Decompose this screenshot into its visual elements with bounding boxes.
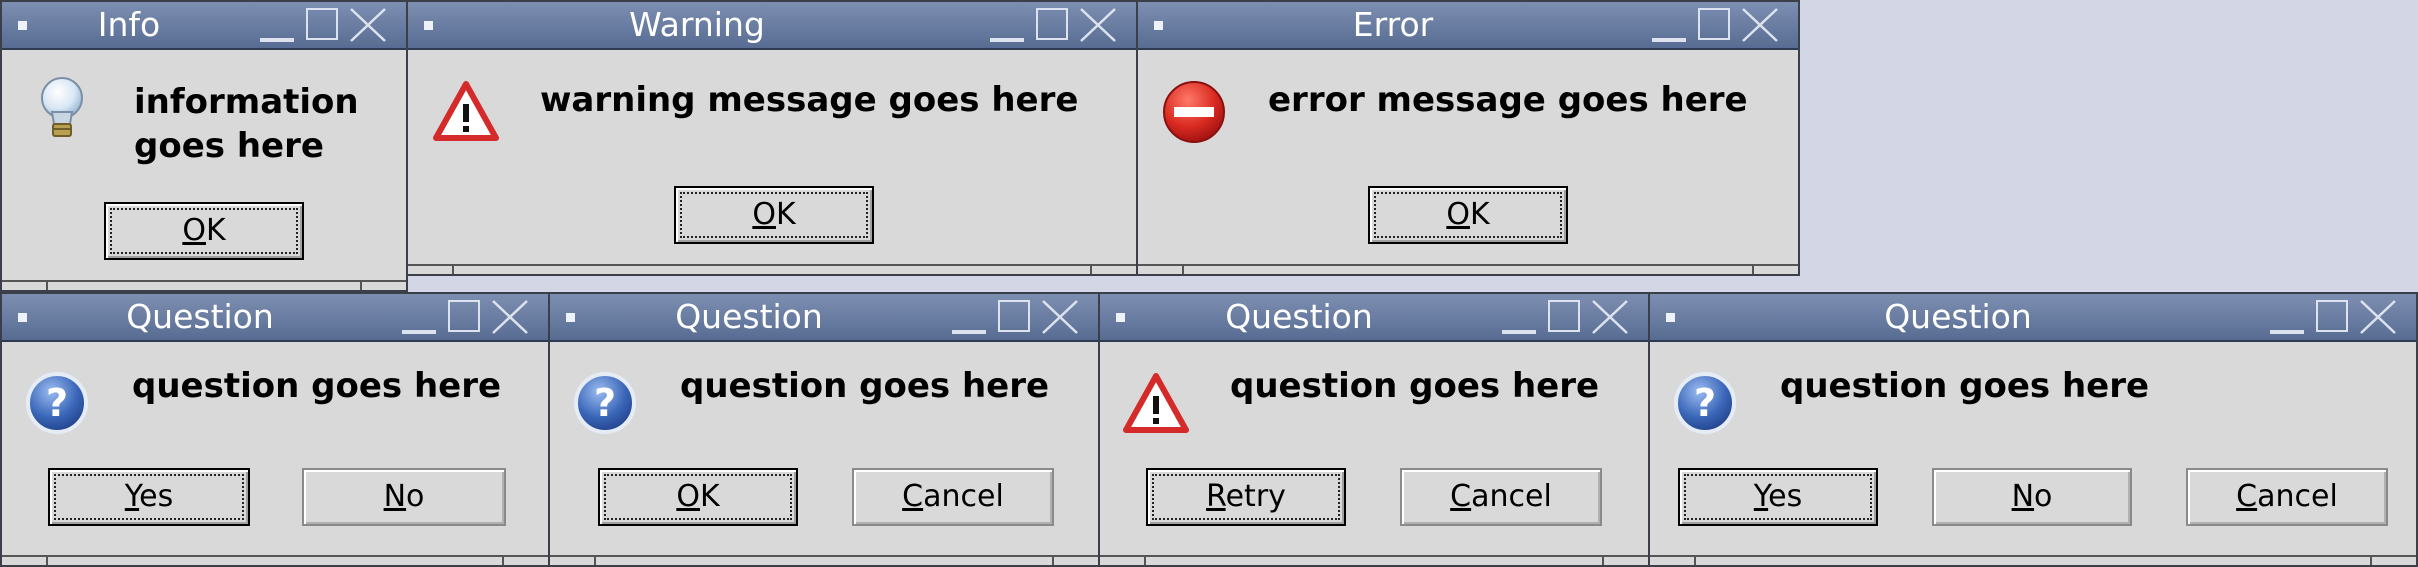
message-text: question goes here — [680, 366, 1050, 406]
resize-handle[interactable] — [2, 555, 548, 565]
window-controls — [2266, 298, 2406, 336]
close-icon[interactable] — [2358, 298, 2398, 336]
title-bar[interactable]: Question — [550, 294, 1098, 342]
yes-button[interactable]: Yes — [48, 468, 250, 526]
resize-handle[interactable] — [1100, 555, 1648, 565]
maximize-icon[interactable] — [1548, 300, 1580, 332]
question-yes-no-cancel-dialog: Question ? question goes here Yes No Can… — [1648, 292, 2418, 567]
warning-triangle-icon — [432, 80, 500, 142]
window-title: Warning — [629, 5, 765, 44]
message-text: question goes here — [132, 366, 502, 406]
close-icon[interactable] — [1078, 6, 1118, 44]
message-line-2: goes here — [134, 126, 324, 166]
title-bar[interactable]: Question — [1650, 294, 2416, 342]
warning-dialog: Warning warning message goes here OK — [406, 0, 1138, 276]
ok-button[interactable]: OK — [598, 468, 798, 526]
title-bar[interactable]: Question — [2, 294, 548, 342]
no-button[interactable]: No — [302, 468, 506, 526]
maximize-icon[interactable] — [1698, 8, 1730, 40]
no-button[interactable]: No — [1932, 468, 2132, 526]
ok-button[interactable]: OK — [104, 202, 304, 260]
yes-button[interactable]: Yes — [1678, 468, 1878, 526]
minimize-icon[interactable] — [952, 330, 986, 334]
ok-button[interactable]: OK — [1368, 186, 1568, 244]
message-text: warning message goes here — [540, 80, 1079, 120]
resize-handle[interactable] — [2, 280, 406, 290]
error-dialog: Error error message goes here OK — [1136, 0, 1800, 276]
window-controls — [256, 6, 396, 44]
message-text: error message goes here — [1268, 80, 1748, 120]
close-icon[interactable] — [1590, 298, 1630, 336]
minimize-icon[interactable] — [2270, 330, 2304, 334]
title-bar[interactable]: Info — [2, 2, 406, 50]
retry-button[interactable]: Retry — [1146, 468, 1346, 526]
lightbulb-icon — [32, 74, 92, 142]
resize-handle[interactable] — [1650, 555, 2416, 565]
minimize-icon[interactable] — [990, 38, 1024, 42]
message-text: question goes here — [1780, 366, 2150, 406]
window-controls — [1498, 298, 1638, 336]
maximize-icon[interactable] — [2316, 300, 2348, 332]
question-ok-cancel-dialog: Question ? question goes here OK Cancel — [548, 292, 1100, 567]
question-yes-no-dialog: Question ? question goes here Yes No — [0, 292, 550, 567]
close-icon[interactable] — [490, 298, 530, 336]
question-retry-cancel-dialog: Question question goes here Retry Cancel — [1098, 292, 1650, 567]
info-dialog: Info information goes here OK — [0, 0, 408, 292]
maximize-icon[interactable] — [306, 8, 338, 40]
svg-text:?: ? — [1694, 381, 1716, 425]
window-controls — [1648, 6, 1788, 44]
ok-button[interactable]: OK — [674, 186, 874, 244]
window-title: Info — [97, 5, 161, 44]
message-line-1: information — [134, 82, 359, 122]
window-title: Question — [1884, 297, 2032, 336]
close-icon[interactable] — [1740, 6, 1780, 44]
cancel-button[interactable]: Cancel — [1400, 468, 1602, 526]
window-controls — [948, 298, 1088, 336]
svg-text:?: ? — [46, 381, 68, 425]
window-controls — [986, 6, 1126, 44]
window-title: Error — [1352, 5, 1434, 44]
window-controls — [398, 298, 538, 336]
title-bar[interactable]: Error — [1138, 2, 1798, 50]
close-icon[interactable] — [1040, 298, 1080, 336]
warning-triangle-icon — [1122, 372, 1190, 434]
window-title: Question — [126, 297, 274, 336]
window-title: Question — [1225, 297, 1373, 336]
maximize-icon[interactable] — [998, 300, 1030, 332]
minimize-icon[interactable] — [1502, 330, 1536, 334]
message-text: question goes here — [1230, 366, 1600, 406]
resize-handle[interactable] — [550, 555, 1098, 565]
maximize-icon[interactable] — [1036, 8, 1068, 40]
error-stop-icon — [1160, 78, 1228, 146]
question-icon: ? — [1672, 370, 1738, 436]
maximize-icon[interactable] — [448, 300, 480, 332]
window-title: Question — [675, 297, 823, 336]
minimize-icon[interactable] — [260, 38, 294, 42]
question-icon: ? — [572, 370, 638, 436]
minimize-icon[interactable] — [402, 330, 436, 334]
question-icon: ? — [24, 370, 90, 436]
title-bar[interactable]: Question — [1100, 294, 1648, 342]
cancel-button[interactable]: Cancel — [2186, 468, 2388, 526]
resize-handle[interactable] — [1138, 264, 1798, 274]
title-bar[interactable]: Warning — [408, 2, 1136, 50]
resize-handle[interactable] — [408, 264, 1136, 274]
svg-text:?: ? — [594, 381, 616, 425]
close-icon[interactable] — [348, 6, 388, 44]
minimize-icon[interactable] — [1652, 38, 1686, 42]
cancel-button[interactable]: Cancel — [852, 468, 1054, 526]
